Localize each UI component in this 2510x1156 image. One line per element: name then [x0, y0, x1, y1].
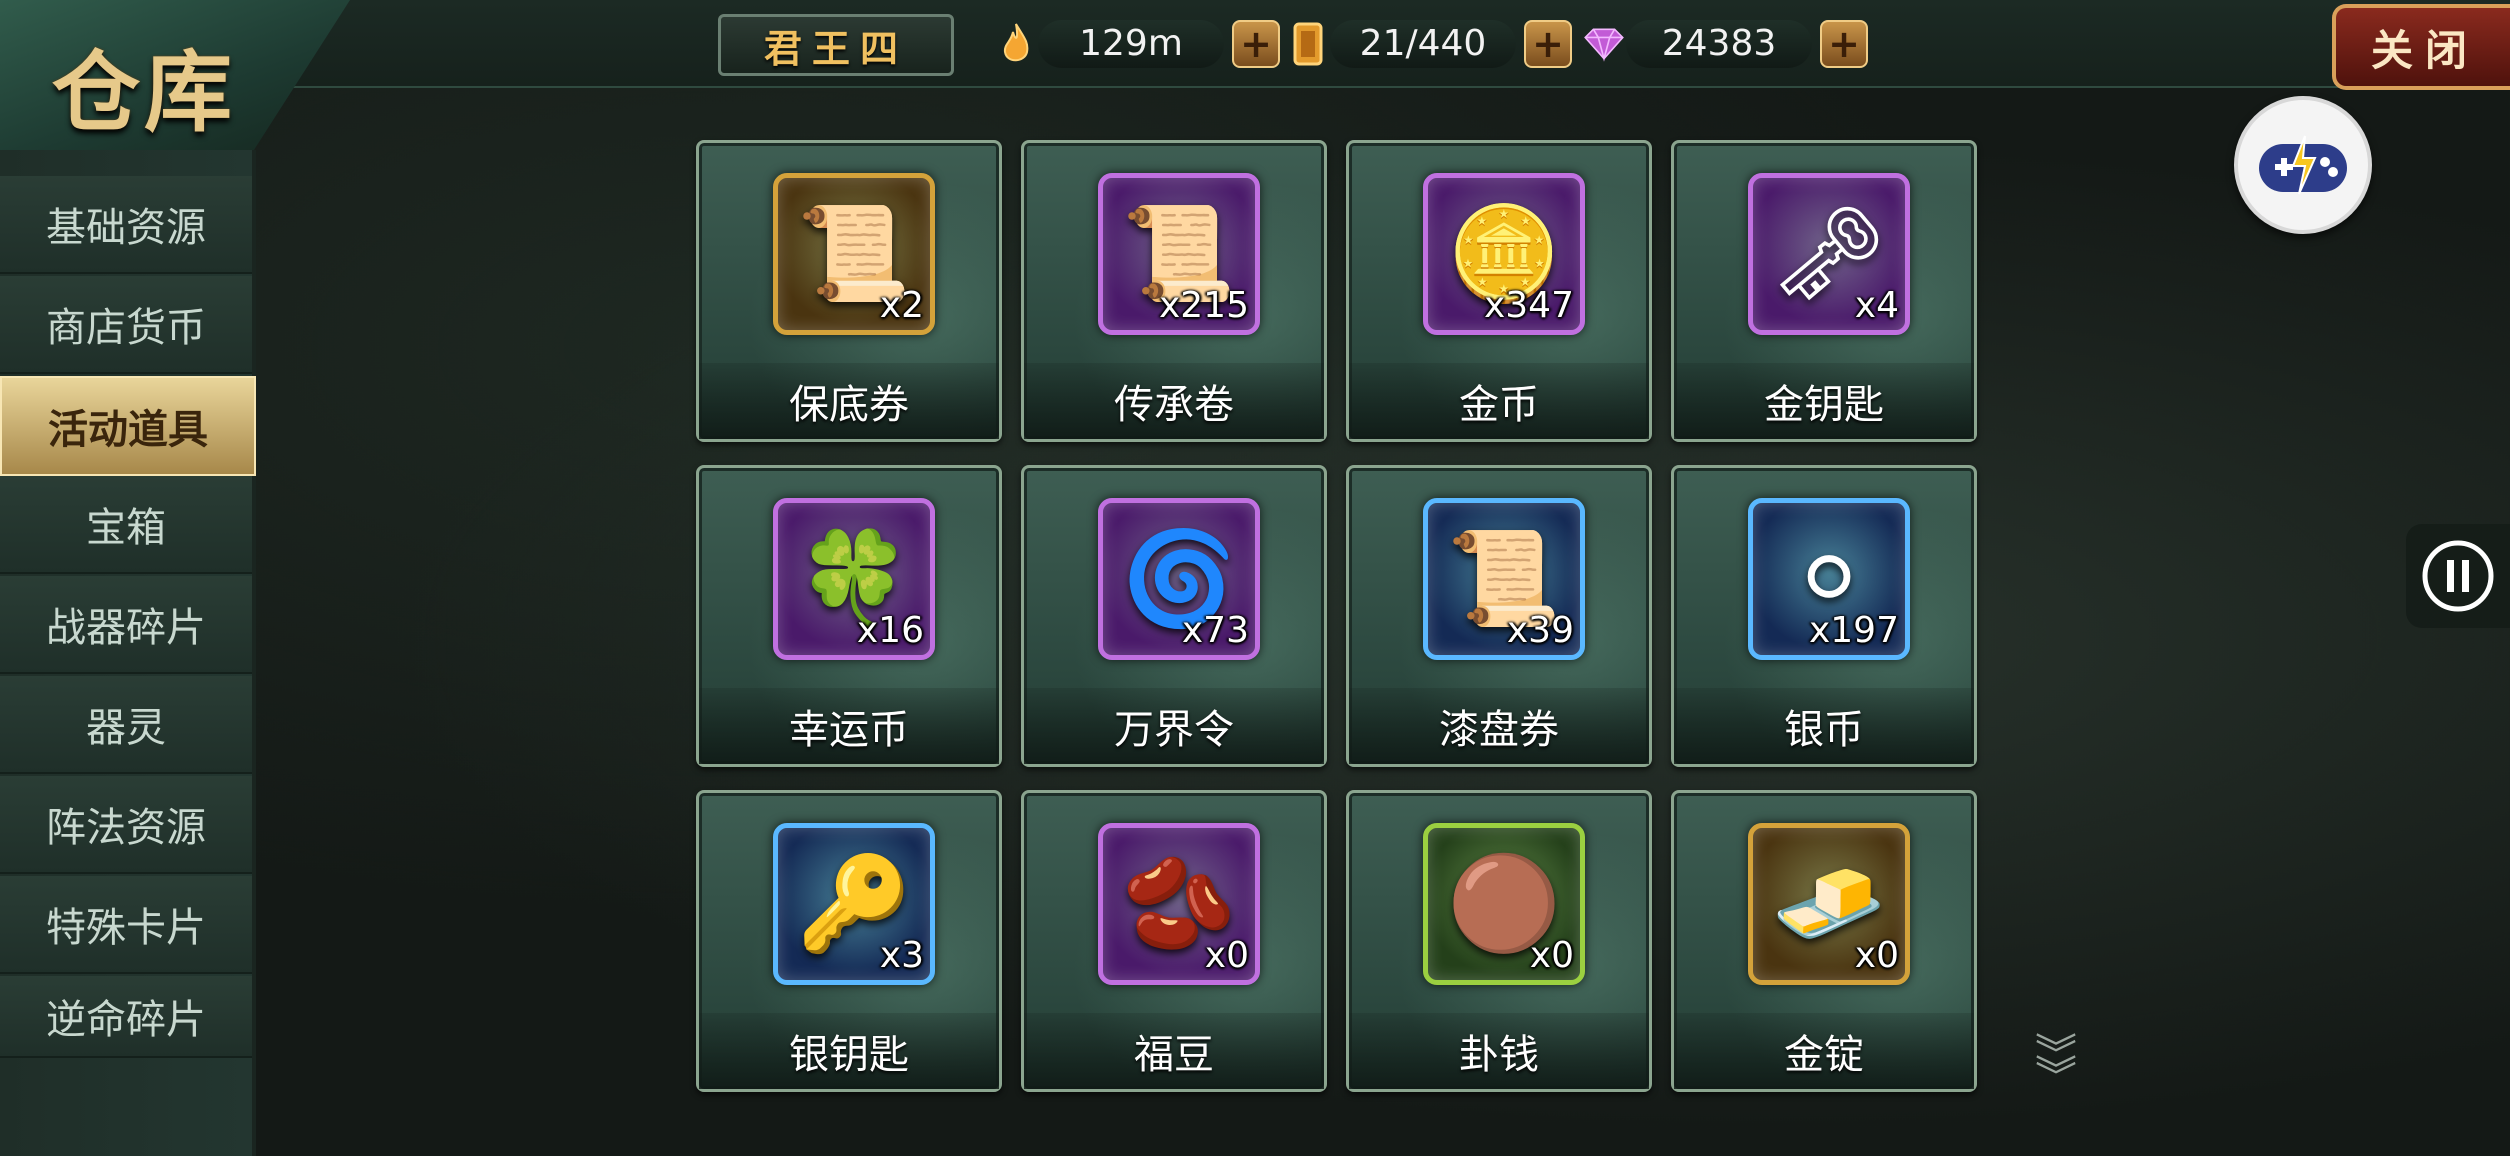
- item-icon-frame: 🌀 x73: [1098, 498, 1260, 660]
- server-name-badge: 君王四: [718, 14, 954, 76]
- item-name: 银钥匙: [699, 1013, 999, 1089]
- resource-token: 21/440 +: [1286, 18, 1572, 70]
- item-card[interactable]: 🫘 x0 福豆: [1021, 790, 1327, 1092]
- item-name: 传承卷: [1024, 363, 1324, 439]
- item-card[interactable]: 📜 x215 传承卷: [1021, 140, 1327, 442]
- item-icon-frame: 🟤 x0: [1423, 823, 1585, 985]
- item-card[interactable]: 📜 x39 漆盘券: [1346, 465, 1652, 767]
- sidebar-item-label: 宝箱: [86, 505, 166, 551]
- sidebar-item[interactable]: 基础资源: [0, 176, 252, 274]
- item-count: x0: [1529, 935, 1574, 976]
- item-card[interactable]: 📜 x2 保底券: [696, 140, 1002, 442]
- sidebar-item-label: 活动道具: [48, 407, 208, 453]
- item-card[interactable]: ⚪ x197 银币: [1671, 465, 1977, 767]
- item-card[interactable]: 🔑 x3 银钥匙: [696, 790, 1002, 1092]
- item-name: 福豆: [1024, 1013, 1324, 1089]
- item-name: 金币: [1349, 363, 1649, 439]
- item-name: 保底券: [699, 363, 999, 439]
- item-card[interactable]: 🪙 x347 金币: [1346, 140, 1652, 442]
- item-name: 漆盘券: [1349, 688, 1649, 764]
- page-title: 仓库: [52, 40, 237, 144]
- diamond-value: 24383: [1626, 20, 1812, 68]
- sidebar-item[interactable]: 器灵: [0, 676, 252, 774]
- scroll-down-chevron-icon[interactable]: ︾ ︾: [2026, 1034, 2086, 1116]
- resource-flame: 129m +: [994, 18, 1280, 70]
- flame-value: 129m: [1038, 20, 1224, 68]
- sidebar-item[interactable]: 阵法资源: [0, 776, 252, 874]
- sidebar-item[interactable]: 商店货币: [0, 276, 252, 374]
- item-name: 幸运币: [699, 688, 999, 764]
- item-icon-frame: 📜 x2: [773, 173, 935, 335]
- item-count: x0: [1854, 935, 1899, 976]
- diamond-icon: [1582, 20, 1626, 68]
- item-count: x39: [1506, 610, 1574, 651]
- sidebar-item[interactable]: 宝箱: [0, 476, 252, 574]
- item-icon-frame: 📜 x215: [1098, 173, 1260, 335]
- item-count: x3: [879, 935, 924, 976]
- item-count: x2: [879, 285, 924, 326]
- item-count: x4: [1854, 285, 1899, 326]
- item-card[interactable]: 🌀 x73 万界令: [1021, 465, 1327, 767]
- sidebar-item[interactable]: 特殊卡片: [0, 876, 252, 974]
- item-icon-frame: 📜 x39: [1423, 498, 1585, 660]
- item-icon-frame: 🍀 x16: [773, 498, 935, 660]
- sidebar-item-label: 商店货币: [46, 305, 206, 351]
- add-flame-button[interactable]: +: [1232, 20, 1280, 68]
- sidebar-item[interactable]: 逆命碎片: [0, 976, 252, 1058]
- sidebar-item[interactable]: 战器碎片: [0, 576, 252, 674]
- item-icon-frame: 🗝 x4: [1748, 173, 1910, 335]
- gamepad-icon: [2259, 135, 2347, 195]
- add-token-button[interactable]: +: [1524, 20, 1572, 68]
- item-card[interactable]: 🍀 x16 幸运币: [696, 465, 1002, 767]
- sidebar-item-label: 阵法资源: [46, 805, 206, 851]
- token-value: 21/440: [1330, 20, 1516, 68]
- item-card[interactable]: 🟤 x0 卦钱: [1346, 790, 1652, 1092]
- item-card[interactable]: 🧈 x0 金锭: [1671, 790, 1977, 1092]
- sidebar-item-label: 战器碎片: [46, 605, 206, 651]
- gamepad-assistant-button[interactable]: [2234, 96, 2372, 234]
- sidebar-item-label: 器灵: [86, 705, 166, 751]
- sidebar-item-label: 基础资源: [46, 205, 206, 251]
- token-icon: [1286, 20, 1330, 68]
- item-name: 金锭: [1674, 1013, 1974, 1089]
- pause-button[interactable]: [2406, 524, 2510, 628]
- item-name: 金钥匙: [1674, 363, 1974, 439]
- item-card[interactable]: 🗝 x4 金钥匙: [1671, 140, 1977, 442]
- flame-icon: [994, 20, 1038, 68]
- item-count: x347: [1483, 285, 1574, 326]
- item-name: 银币: [1674, 688, 1974, 764]
- sidebar-item-label: 特殊卡片: [46, 905, 206, 951]
- resource-diamond: 24383 +: [1582, 18, 1868, 70]
- item-name: 卦钱: [1349, 1013, 1649, 1089]
- item-icon-frame: 🪙 x347: [1423, 173, 1585, 335]
- pause-icon: [2422, 540, 2494, 612]
- item-count: x197: [1808, 610, 1899, 651]
- add-diamond-button[interactable]: +: [1820, 20, 1868, 68]
- sidebar-item[interactable]: 活动道具: [0, 376, 256, 476]
- item-count: x73: [1181, 610, 1249, 651]
- item-icon-frame: 🧈 x0: [1748, 823, 1910, 985]
- item-icon-frame: ⚪ x197: [1748, 498, 1910, 660]
- close-button[interactable]: 关闭: [2332, 4, 2510, 90]
- item-name: 万界令: [1024, 688, 1324, 764]
- sidebar-item-label: 逆命碎片: [46, 997, 206, 1043]
- item-icon-frame: 🫘 x0: [1098, 823, 1260, 985]
- item-count: x16: [856, 610, 924, 651]
- item-count: x0: [1204, 935, 1249, 976]
- item-count: x215: [1158, 285, 1249, 326]
- item-icon-frame: 🔑 x3: [773, 823, 935, 985]
